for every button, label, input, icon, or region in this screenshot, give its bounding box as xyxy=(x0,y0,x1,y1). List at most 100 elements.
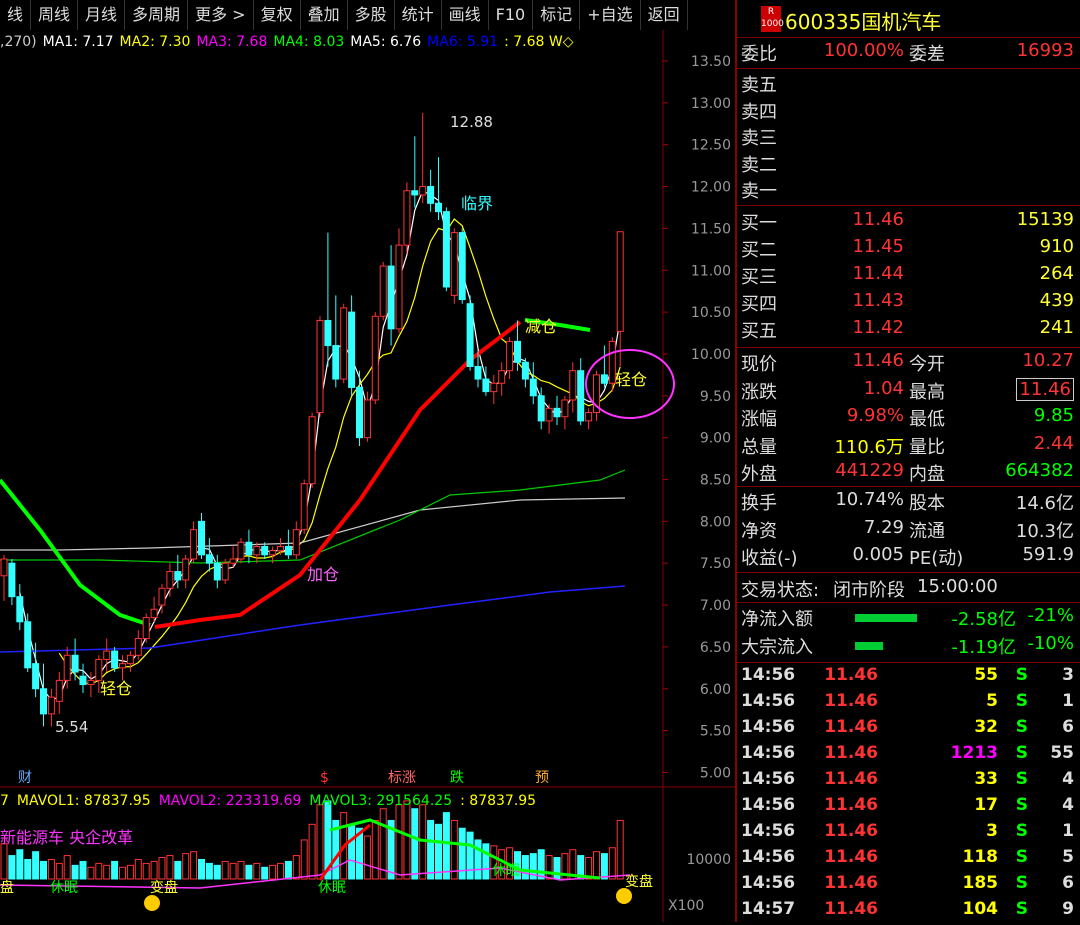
volume-bar xyxy=(16,849,24,880)
volume-bar xyxy=(269,864,277,880)
price-axis-tick: 5.00 xyxy=(700,765,731,781)
buy-level-row: 买三 11.44 264 xyxy=(741,263,1074,288)
tick-row: 14:57 11.46 104 S 9 xyxy=(741,899,1074,919)
price-axis-tick: 13.00 xyxy=(691,96,731,112)
volume-bar xyxy=(142,862,150,880)
quote-panel: R 1000 600335国机汽车 委比 100.00% 委差 16993 卖五卖… xyxy=(737,0,1080,922)
volume-axis-label: 10000 xyxy=(686,852,731,868)
chart-annotation: 预 xyxy=(535,770,549,786)
candle xyxy=(237,541,245,560)
price-axis-tick: 8.50 xyxy=(700,473,731,489)
candle xyxy=(474,366,482,380)
volume-bar xyxy=(0,843,8,880)
price-axis-tick: 5.50 xyxy=(700,724,731,740)
candle xyxy=(292,529,300,556)
candle xyxy=(87,679,95,686)
chart-annotation: 减仓 xyxy=(525,317,557,336)
chart-annotation: 轻仓 xyxy=(615,370,647,389)
candle xyxy=(142,617,150,640)
volume-bar xyxy=(261,866,269,880)
toolbar-item-7[interactable]: 多股 xyxy=(348,0,395,30)
candle xyxy=(24,621,32,669)
candle xyxy=(521,361,529,380)
chart-toolbar: 线周线 月线 多周期 更多 > 复权 叠加 多股 统计 画线 F10 标记 +自选 返回 xyxy=(0,0,735,31)
candle xyxy=(387,265,395,330)
toolbar-item-5[interactable]: 复权 xyxy=(254,0,301,30)
stat2-row: 净资 7.29 流通 10.3亿 xyxy=(741,516,1074,542)
candle xyxy=(198,520,205,556)
buy-level-row: 买五 11.42 241 xyxy=(741,317,1074,342)
volume-bar xyxy=(245,864,253,880)
buy-level-row: 买二 11.45 910 xyxy=(741,236,1074,261)
candle xyxy=(466,303,474,368)
candle xyxy=(427,186,435,204)
stat-row: 外盘 441229 内盘 664382 xyxy=(741,460,1074,485)
candle xyxy=(126,654,134,665)
toolbar-item-9[interactable]: 画线 xyxy=(442,0,489,30)
volume-bar xyxy=(190,851,198,880)
price-axis-tick: 13.50 xyxy=(691,54,731,70)
toolbar-item-10[interactable]: F10 xyxy=(489,0,534,30)
candle xyxy=(569,370,577,401)
candle xyxy=(32,663,40,690)
candle xyxy=(514,340,521,363)
volume-bar xyxy=(308,823,316,880)
volume-bar xyxy=(379,808,387,880)
candle xyxy=(158,587,166,606)
sell-level-row: 卖一 xyxy=(741,181,777,202)
volume-bar xyxy=(316,804,324,880)
toolbar-item-1[interactable]: 周线 xyxy=(31,0,79,30)
candle xyxy=(363,399,371,439)
candle xyxy=(47,696,55,715)
volume-bar xyxy=(403,800,411,880)
chart-annotation: 变盘 xyxy=(150,879,178,896)
toolbar-item-12[interactable]: +自选 xyxy=(580,0,641,30)
price-axis-tick: 11.00 xyxy=(691,263,731,279)
candle xyxy=(498,370,506,384)
tick-row: 14:56 11.46 1213 S 55 xyxy=(741,743,1074,763)
candle xyxy=(253,545,261,556)
ma-legend-item: ,270) xyxy=(0,34,37,50)
toolbar-item-8[interactable]: 统计 xyxy=(395,0,442,30)
smiley-icon xyxy=(144,895,160,911)
volume-bar xyxy=(87,866,95,880)
vol-legend-item: MAVOL1: 87837.95 xyxy=(16,793,151,809)
candle xyxy=(245,541,253,556)
buy-level-row: 买四 11.43 439 xyxy=(741,290,1074,315)
volume-bar xyxy=(277,862,284,880)
volume-bar xyxy=(608,847,616,880)
candle xyxy=(63,654,71,681)
toolbar-item-4[interactable]: 更多 > xyxy=(188,0,254,30)
volume-axis-scale: X100 xyxy=(668,898,704,914)
price-axis-tick: 6.00 xyxy=(700,682,731,698)
candle xyxy=(55,679,63,702)
toolbar-item-6[interactable]: 叠加 xyxy=(301,0,348,30)
candle xyxy=(190,529,198,560)
toolbar-item-11[interactable]: 标记 xyxy=(533,0,581,30)
toolbar-item-0[interactable]: 线 xyxy=(0,0,32,30)
toolbar-item-2[interactable]: 月线 xyxy=(78,0,126,30)
candle xyxy=(371,315,379,401)
toolbar-item-3[interactable]: 多周期 xyxy=(125,0,189,30)
kline-chart[interactable]: 13.50 13.00 12.50 12.00 11.50 11.00 10.50 10.00… xyxy=(0,30,735,922)
ma-legend-item: MA6: 5.91 xyxy=(427,34,499,50)
tick-row: 14:56 11.46 185 S 6 xyxy=(741,873,1074,893)
sell-level-row: 卖二 xyxy=(741,154,777,176)
chart-annotation: 轻仓 xyxy=(100,679,132,698)
ma-legend-item: MA5: 6.76 xyxy=(350,34,422,50)
volume-bar xyxy=(363,835,371,880)
volume-bar xyxy=(292,855,300,880)
commission-row: 委比 100.00% 委差 16993 xyxy=(741,40,1074,65)
candle xyxy=(205,554,213,564)
price-axis-tick: 12.50 xyxy=(691,138,731,154)
candle xyxy=(442,211,450,288)
toolbar-item-13[interactable]: 返回 xyxy=(641,0,688,30)
price-axis-tick: 6.50 xyxy=(700,640,731,656)
chart-annotation: 跌 xyxy=(450,770,464,786)
candle xyxy=(103,650,111,660)
candle xyxy=(553,407,561,418)
volume-bar xyxy=(553,857,561,880)
price-axis-tick: 9.00 xyxy=(700,431,731,447)
tick-row: 14:56 11.46 33 S 4 xyxy=(741,769,1074,789)
candle xyxy=(616,231,624,332)
